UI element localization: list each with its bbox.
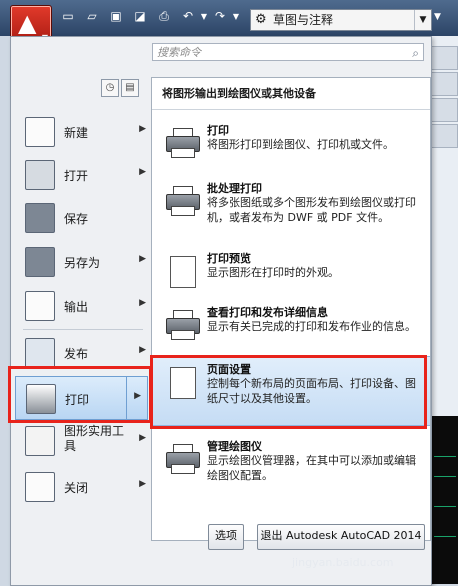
submenu-item-title: 打印 [207, 124, 229, 137]
watermark: jingyan.baidu.com [292, 556, 394, 569]
plot-details-icon [166, 310, 200, 342]
submenu-item-plot[interactable]: 打印 将图形打印到绘图仪、打印机或文件。 [152, 118, 430, 178]
publish-icon [25, 338, 55, 368]
open-documents-icon[interactable]: ▤ [121, 79, 139, 97]
menu-item-label: 关闭 [64, 481, 89, 495]
menu-item-close[interactable]: 关闭 ▶ [15, 467, 148, 507]
submenu-item-description: 显示有关已完成的打印和发布作业的信息。 [207, 320, 416, 333]
search-placeholder: 搜索命令 [157, 46, 201, 59]
submenu-item-plot-details[interactable]: 查看打印和发布详细信息 显示有关已完成的打印和发布作业的信息。 [152, 300, 430, 360]
chevron-right-icon: ▶ [139, 124, 146, 134]
menu-item-label: 新建 [64, 126, 89, 140]
menu-item-save-as[interactable]: 另存为 ▶ [15, 242, 148, 282]
save-icon[interactable]: ▣ [108, 9, 124, 24]
undo-dropdown-icon[interactable]: ▼ [196, 9, 212, 24]
close-document-icon [25, 472, 55, 502]
printer-icon [166, 128, 200, 160]
options-button[interactable]: 选项 [208, 524, 244, 550]
drawing-canvas [428, 416, 458, 584]
chevron-right-icon: ▶ [139, 479, 146, 489]
menu-item-new[interactable]: 新建 ▶ [15, 112, 148, 152]
gear-icon: ⚙ [255, 12, 267, 27]
menu-item-label: 打印 [65, 393, 90, 407]
menu-item-open[interactable]: 打开 ▶ [15, 155, 148, 195]
submenu-item-description: 控制每个新布局的页面布局、打印设备、图纸尺寸以及其他设置。 [207, 377, 416, 405]
chevron-right-icon: ▶ [139, 345, 146, 355]
floppy-disk-icon [25, 203, 55, 233]
submenu-item-title: 管理绘图仪 [207, 440, 262, 453]
batch-plot-icon [166, 186, 200, 218]
plot-preview-icon [166, 256, 200, 288]
save-as-icon [25, 247, 55, 277]
autocad-logo-icon: ▲ [18, 9, 37, 37]
submenu-item-page-setup[interactable]: 页面设置 控制每个新布局的页面布局、打印设备、图纸尺寸以及其他设置。 [152, 356, 430, 426]
menu-divider [23, 329, 143, 330]
open-folder-icon [25, 160, 55, 190]
workspace-dropdown[interactable]: ⚙ 草图与注释 ▼ [250, 9, 432, 31]
submenu-item-description: 将图形打印到绘图仪、打印机或文件。 [207, 138, 394, 151]
submenu-item-title: 查看打印和发布详细信息 [207, 306, 328, 319]
menu-item-save[interactable]: 保存 [15, 198, 148, 238]
menu-item-label: 保存 [64, 212, 89, 226]
menu-item-label: 另存为 [64, 256, 101, 270]
plot-icon[interactable]: ⎙ [156, 9, 172, 24]
menu-item-print[interactable]: 打印 ▶ [15, 376, 148, 420]
submenu-item-title: 批处理打印 [207, 182, 262, 195]
submenu-item-title: 页面设置 [207, 363, 251, 376]
submenu-item-description: 显示绘图仪管理器，在其中可以添加或编辑绘图仪配置。 [207, 454, 416, 482]
menu-item-publish[interactable]: 发布 ▶ [15, 333, 148, 373]
export-icon [25, 291, 55, 321]
submenu-item-title: 打印预览 [207, 252, 251, 265]
plotter-manager-icon [166, 444, 200, 476]
new-icon[interactable]: ▭ [60, 9, 76, 24]
application-menu: 搜索命令 ⌕ ◷ ▤ 新建 ▶ 打开 ▶ 保存 另存为 ▶ 输出 ▶ 发布 ▶ … [10, 36, 432, 586]
submenu-item-description: 将多张图纸或多个图形发布到绘图仪或打印机，或者发布为 DWF 或 PDF 文件。 [207, 196, 416, 224]
chevron-right-icon: ▶ [139, 254, 146, 264]
submenu-item-plot-preview[interactable]: 打印预览 显示图形在打印时的外观。 [152, 246, 430, 306]
exit-autocad-button[interactable]: 退出 Autodesk AutoCAD 2014 [257, 524, 425, 550]
chevron-right-icon: ▶ [139, 433, 146, 443]
printer-icon [26, 384, 56, 414]
menu-item-export[interactable]: 输出 ▶ [15, 286, 148, 326]
workspace-label: 草图与注释 [273, 13, 334, 27]
submenu-item-description: 显示图形在打印时的外观。 [207, 266, 339, 279]
redo-dropdown-icon[interactable]: ▼ [228, 9, 244, 24]
search-icon: ⌕ [412, 46, 419, 60]
submenu-item-plotter-manager[interactable]: 管理绘图仪 显示绘图仪管理器，在其中可以添加或编辑绘图仪配置。 [152, 434, 430, 494]
print-submenu: 将图形输出到绘图仪或其他设备 打印 将图形打印到绘图仪、打印机或文件。 批处理打… [151, 77, 431, 542]
chevron-right-icon: ▶ [139, 167, 146, 177]
menu-item-label: 图形实用工具 [64, 424, 125, 453]
submenu-item-batch-plot[interactable]: 批处理打印 将多张图纸或多个图形发布到绘图仪或打印机，或者发布为 DWF 或 P… [152, 176, 430, 236]
wrench-icon [25, 426, 55, 456]
undo-icon[interactable]: ↶ [180, 9, 196, 24]
save-as-icon[interactable]: ◪ [132, 9, 148, 24]
submenu-header: 将图形输出到绘图仪或其他设备 [152, 78, 430, 110]
menu-item-label: 打开 [64, 169, 89, 183]
new-document-icon [25, 117, 55, 147]
drawing-area-background [428, 36, 458, 584]
chevron-right-icon: ▶ [139, 298, 146, 308]
chevron-down-icon: ▼ [414, 10, 431, 30]
search-input[interactable]: 搜索命令 ⌕ [152, 43, 424, 61]
page-setup-icon [166, 367, 200, 399]
recent-documents-icon[interactable]: ◷ [101, 79, 119, 97]
open-icon[interactable]: ▱ [84, 9, 100, 24]
redo-icon[interactable]: ↷ [212, 9, 228, 24]
quick-access-toolbar: ▲ ▼ ▭ ▱ ▣ ◪ ⎙ ↶ ▼ ↷ ▼ ⚙ 草图与注释 ▼ ▼ [0, 0, 458, 45]
customize-toolbar-icon[interactable]: ▼ [434, 12, 441, 22]
menu-item-label: 发布 [64, 347, 89, 361]
menu-item-drawing-utilities[interactable]: 图形实用工具 ▶ [15, 421, 148, 461]
chevron-right-icon: ▶ [134, 391, 141, 401]
menu-item-label: 输出 [64, 300, 89, 314]
